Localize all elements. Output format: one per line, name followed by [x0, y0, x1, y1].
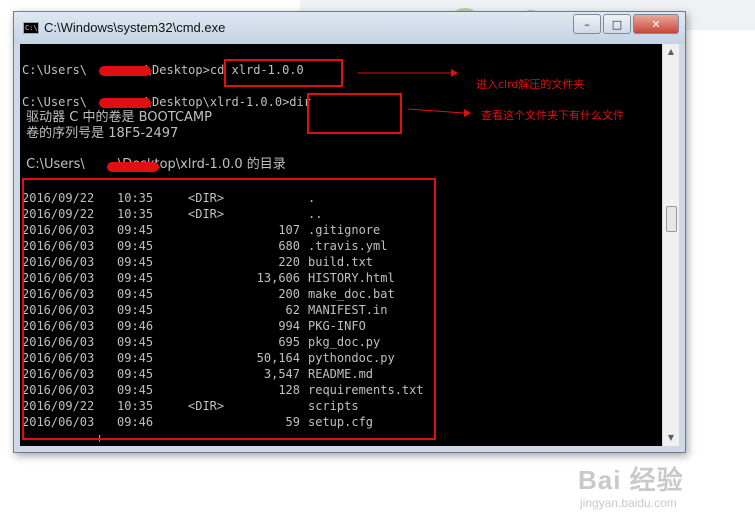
arrowhead-cd-icon [451, 69, 458, 77]
annotation-cd: 进入clrd解压的文件夹 [476, 78, 585, 91]
watermark-url: jingyan.baidu.com [580, 496, 677, 510]
annotation-dir: 查看这个文件夹下有什么文件 [481, 109, 624, 122]
arrow-line-dir [407, 108, 465, 114]
arrowhead-dir-icon [464, 109, 471, 117]
annotation-arrows [358, 69, 471, 117]
baidu-jingyan-watermark: Bai 经验 jingyan.baidu.com [578, 460, 748, 520]
watermark-logo: Bai 经验 [578, 465, 684, 495]
